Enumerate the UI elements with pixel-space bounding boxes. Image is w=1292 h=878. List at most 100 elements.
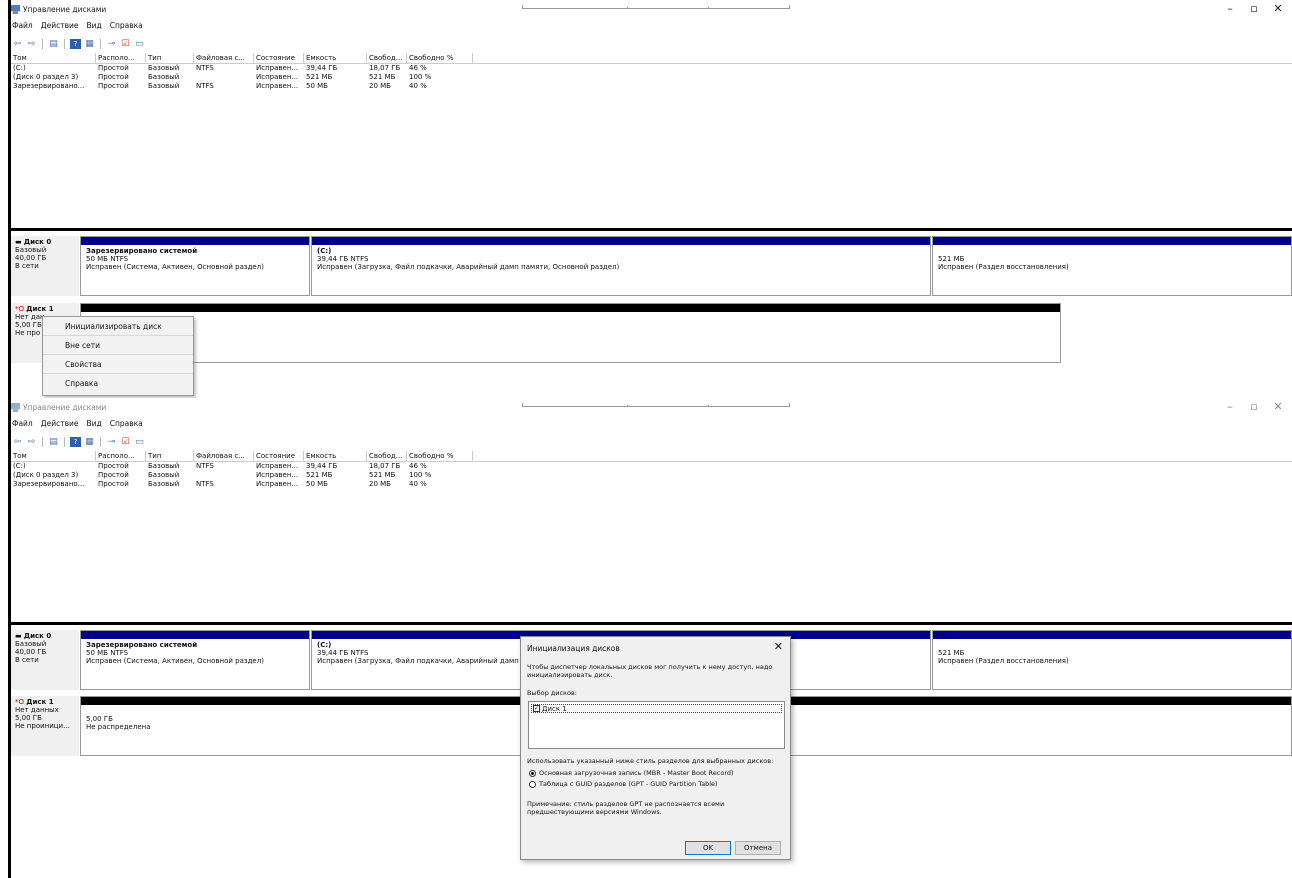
menu-help[interactable]: Справка	[110, 419, 143, 431]
list-item[interactable]: ✓ Диск 1	[531, 704, 782, 713]
menu-action[interactable]: Действие	[41, 419, 79, 431]
col-free-percent[interactable]: Свободно %	[407, 53, 473, 64]
col-volume[interactable]: Том	[11, 53, 96, 64]
disk0-info[interactable]: ▬ Диск 0 Базовый 40,00 ГБ В сети	[11, 630, 79, 690]
partition-size: 521 МБ	[938, 649, 965, 657]
volume-free-percent: 40 %	[409, 480, 427, 488]
col-capacity[interactable]: Емкость	[304, 53, 367, 64]
forward-arrow-icon[interactable]: ⇨	[26, 437, 37, 447]
disk0-type: Базовый	[15, 640, 47, 648]
radio-selected-icon[interactable]	[529, 769, 536, 777]
disk-management-window-1: Управление дисками – ▫ ✕ Файл Действие В…	[0, 0, 1292, 398]
col-type[interactable]: Тип	[146, 53, 194, 64]
disk1-info[interactable]: *О Диск 1 Нет данных 5,00 ГБ Не проиници…	[11, 696, 79, 756]
partition-c[interactable]: (C:) 39,44 ГБ NTFS Исправен (Загрузка, Ф…	[311, 236, 931, 296]
menu-view[interactable]: Вид	[86, 419, 101, 431]
console-icon[interactable]: ▭	[134, 39, 145, 49]
partition-bar	[81, 631, 309, 639]
disk-offline-icon: *О	[15, 698, 27, 706]
menu-view[interactable]: Вид	[86, 21, 101, 33]
ok-button[interactable]: OK	[685, 841, 731, 855]
col-status[interactable]: Состояние	[254, 451, 304, 462]
volume-layout: Простой	[98, 64, 129, 72]
console-icon[interactable]: ▭	[134, 437, 145, 447]
menu-action[interactable]: Действие	[41, 21, 79, 33]
table-row[interactable]: (C:) Простой Базовый NTFS Исправен... 39…	[11, 462, 1292, 471]
volume-list: (C:) Простой Базовый NTFS Исправен... 39…	[11, 64, 1292, 91]
maximize-button[interactable]: ▫	[1244, 400, 1264, 413]
title-bar: Управление дисками – ▫ ✕	[0, 398, 1292, 417]
col-type[interactable]: Тип	[146, 451, 194, 462]
menu-item-properties[interactable]: Свойства	[43, 355, 193, 374]
menu-item-offline[interactable]: Вне сети	[43, 336, 193, 355]
col-free[interactable]: Свобод...	[367, 451, 407, 462]
title-decoration	[522, 5, 790, 9]
menu-item-help[interactable]: Справка	[43, 374, 193, 393]
col-volume[interactable]: Том	[11, 451, 96, 462]
cancel-button[interactable]: Отмена	[735, 841, 781, 855]
table-row[interactable]: (C:) Простой Базовый NTFS Исправен... 39…	[11, 64, 1292, 73]
disk0-name: Диск 0	[23, 632, 52, 640]
list-icon[interactable]: ▤	[48, 437, 59, 447]
volume-free-percent: 46 %	[409, 462, 427, 470]
menu-item-initialize-disk[interactable]: Инициализировать диск	[43, 317, 193, 336]
view-icon[interactable]: ▦	[84, 437, 95, 447]
col-capacity[interactable]: Емкость	[304, 451, 367, 462]
partition-status: Исправен (Система, Активен, Основной раз…	[86, 657, 264, 665]
minimize-button[interactable]: –	[1220, 2, 1240, 15]
close-icon[interactable]: ✕	[774, 640, 783, 653]
connect-icon[interactable]: ⊸	[106, 39, 117, 49]
help-icon[interactable]: ?	[70, 38, 81, 49]
disk0-info[interactable]: ▬ Диск 0 Базовый 40,00 ГБ В сети	[11, 236, 79, 296]
help-icon[interactable]: ?	[70, 436, 81, 447]
close-button[interactable]: ✕	[1268, 400, 1288, 413]
menu-file[interactable]: Файл	[12, 21, 33, 33]
forward-arrow-icon[interactable]: ⇨	[26, 39, 37, 49]
volume-list: (C:) Простой Базовый NTFS Исправен... 39…	[11, 462, 1292, 489]
disk-select-list[interactable]: ✓ Диск 1	[528, 701, 785, 749]
col-layout[interactable]: Располо...	[96, 451, 146, 462]
radio-gpt[interactable]: Таблица с GUID разделов (GPT - GUID Part…	[529, 780, 718, 788]
window-title: Управление дисками	[23, 403, 107, 412]
connect-icon[interactable]: ⊸	[106, 437, 117, 447]
volume-status: Исправен...	[256, 480, 299, 488]
col-free[interactable]: Свобод...	[367, 53, 407, 64]
table-row[interactable]: (Диск 0 раздел 3) Простой Базовый Исправ…	[11, 73, 1292, 82]
radio-mbr[interactable]: Основная загрузочная запись (MBR - Maste…	[529, 769, 734, 777]
check-icon[interactable]: ☑	[120, 437, 131, 447]
back-arrow-icon[interactable]: ⇦	[12, 437, 23, 447]
menu-help[interactable]: Справка	[110, 21, 143, 33]
partition-system-reserved[interactable]: Зарезервировано системой 50 МБ NTFS Испр…	[80, 236, 310, 296]
volume-name: (Диск 0 раздел 3)	[13, 471, 79, 479]
close-button[interactable]: ✕	[1268, 2, 1288, 15]
partition-recovery[interactable]: 521 МБ Исправен (Раздел восстановления)	[932, 630, 1292, 690]
volume-capacity: 50 МБ	[306, 82, 328, 90]
table-row[interactable]: Зарезервировано... Простой Базовый NTFS …	[11, 82, 1292, 91]
view-icon[interactable]: ▦	[84, 39, 95, 49]
check-icon[interactable]: ☑	[120, 39, 131, 49]
col-filesystem[interactable]: Файловая с...	[194, 451, 254, 462]
partition-style-label: Использовать указанный ниже стиль раздел…	[527, 757, 774, 765]
disk0-type: Базовый	[15, 246, 47, 254]
col-free-percent[interactable]: Свободно %	[407, 451, 473, 462]
volume-type: Базовый	[148, 73, 180, 81]
menu-file[interactable]: Файл	[12, 419, 33, 431]
table-row[interactable]: (Диск 0 раздел 3) Простой Базовый Исправ…	[11, 471, 1292, 480]
radio-gpt-label: Таблица с GUID разделов (GPT - GUID Part…	[539, 780, 718, 788]
checkbox-icon[interactable]: ✓	[533, 705, 540, 712]
table-row[interactable]: Зарезервировано... Простой Базовый NTFS …	[11, 480, 1292, 489]
title-decoration	[522, 403, 790, 407]
list-icon[interactable]: ▤	[48, 39, 59, 49]
partition-name: Зарезервировано системой	[86, 247, 198, 255]
partition-unallocated[interactable]	[80, 303, 1061, 363]
volume-status: Исправен...	[256, 82, 299, 90]
col-layout[interactable]: Располо...	[96, 53, 146, 64]
minimize-button[interactable]: –	[1220, 400, 1240, 413]
maximize-button[interactable]: ▫	[1244, 2, 1264, 15]
col-status[interactable]: Состояние	[254, 53, 304, 64]
partition-system-reserved[interactable]: Зарезервировано системой 50 МБ NTFS Испр…	[80, 630, 310, 690]
radio-unselected-icon[interactable]	[529, 780, 536, 788]
back-arrow-icon[interactable]: ⇦	[12, 39, 23, 49]
partition-recovery[interactable]: 521 МБ Исправен (Раздел восстановления)	[932, 236, 1292, 296]
col-filesystem[interactable]: Файловая с...	[194, 53, 254, 64]
